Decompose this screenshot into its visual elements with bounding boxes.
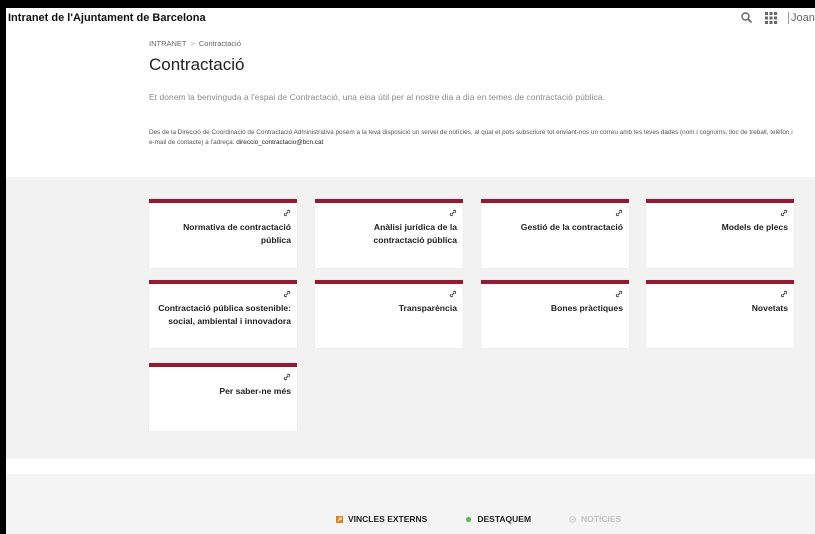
highlight-icon	[466, 516, 472, 522]
external-links-icon	[336, 515, 343, 523]
card-per-saber-ne-mes[interactable]: Per saber-ne més	[149, 363, 297, 431]
footer-tabs: VINCLES EXTERNS DESTAQUEM NOTÍCIES	[336, 514, 621, 524]
link-icon	[780, 209, 788, 217]
site-title[interactable]: Intranet de l'Ajuntament de Barcelona	[8, 12, 206, 24]
contact-email-link[interactable]: direccio_contractacio@bcn.cat	[236, 139, 323, 146]
card-novetats[interactable]: Novetats	[646, 280, 794, 348]
breadcrumb-separator: >	[190, 39, 195, 48]
sections-grid: Normativa de contractació pública Anàlis…	[6, 177, 815, 459]
tab-noticies[interactable]: NOTÍCIES	[569, 514, 621, 524]
card-gestio[interactable]: Gestió de la contractació	[481, 199, 629, 268]
card-label: Contractació pública sostenible: social,…	[158, 303, 291, 326]
breadcrumb-item-intranet[interactable]: INTRANET	[149, 39, 187, 48]
link-icon	[449, 209, 457, 217]
tab-label: VINCLES EXTERNS	[348, 514, 428, 524]
card-analisi-juridica[interactable]: Anàlisi jurídica de la contractació públ…	[315, 199, 463, 268]
card-label: Anàlisi jurídica de la contractació públ…	[373, 222, 457, 245]
top-bar: Intranet de l'Ajuntament de Barcelona Jo…	[6, 8, 815, 30]
link-icon	[615, 209, 623, 217]
footer-section: VINCLES EXTERNS DESTAQUEM NOTÍCIES	[6, 474, 815, 534]
search-icon[interactable]	[740, 11, 754, 25]
link-icon	[780, 290, 788, 298]
tab-label: NOTÍCIES	[581, 514, 622, 524]
card-label: Per saber-ne més	[219, 386, 291, 396]
breadcrumb: INTRANET > Contractació	[149, 39, 241, 48]
browser-viewport: Intranet de l'Ajuntament de Barcelona Jo…	[6, 8, 815, 534]
tab-vincles-externs[interactable]: VINCLES EXTERNS	[336, 514, 427, 524]
news-icon	[569, 515, 576, 523]
card-bones-practiques[interactable]: Bones pràctiques	[481, 280, 629, 348]
section-divider	[6, 459, 815, 474]
card-contractacio-sostenible[interactable]: Contractació pública sostenible: social,…	[149, 280, 297, 348]
apps-grid-icon[interactable]	[764, 11, 778, 25]
card-label: Bones pràctiques	[550, 303, 623, 313]
top-actions: Joana	[740, 11, 815, 25]
link-icon	[615, 290, 623, 298]
tab-label: DESTAQUEM	[477, 514, 532, 524]
card-label: Models de plecs	[721, 222, 788, 232]
card-label: Novetats	[751, 303, 788, 313]
description-text: Des de la Direcció de Coordinació de Con…	[149, 128, 799, 148]
link-icon	[283, 290, 291, 298]
card-label: Gestió de la contractació	[520, 222, 623, 232]
card-transparencia[interactable]: Transparència	[315, 280, 463, 348]
breadcrumb-item-current: Contractació	[198, 39, 241, 48]
user-name[interactable]: Joana	[788, 12, 815, 24]
card-normativa[interactable]: Normativa de contractació pública	[149, 199, 297, 268]
link-icon	[283, 209, 291, 217]
card-label: Transparència	[398, 303, 457, 313]
page-title: Contractació	[149, 55, 245, 74]
card-label: Normativa de contractació pública	[183, 222, 291, 245]
link-icon	[449, 290, 457, 298]
card-models-plecs[interactable]: Models de plecs	[646, 199, 794, 268]
link-icon	[283, 373, 291, 381]
tab-destaquem[interactable]: DESTAQUEM	[465, 514, 531, 524]
intro-text: Et donem la benvinguda a l'espai de Cont…	[149, 92, 605, 102]
